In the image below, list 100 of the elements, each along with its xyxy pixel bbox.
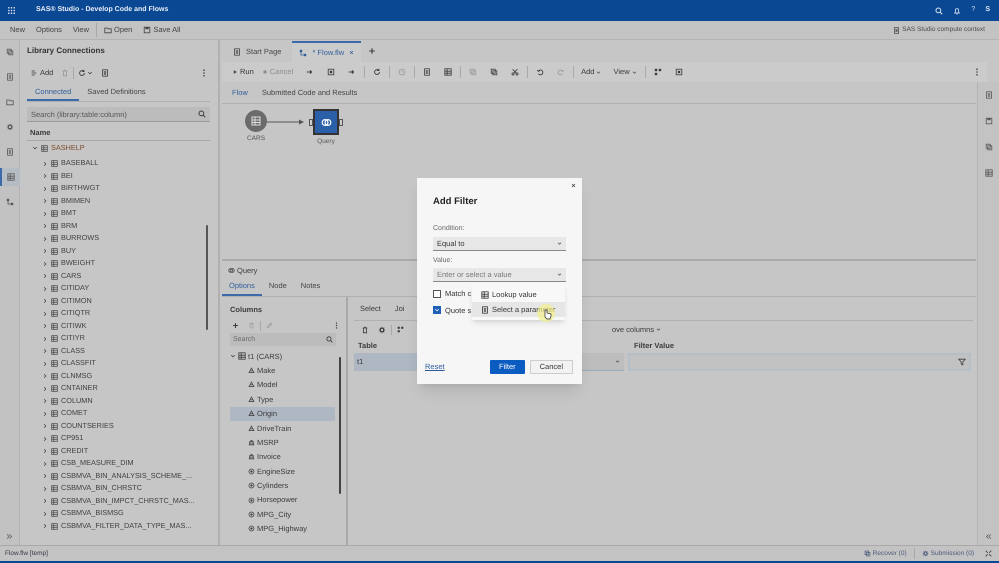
chevron-icon[interactable] bbox=[42, 360, 48, 367]
chevron-icon[interactable] bbox=[42, 298, 48, 304]
chevron-icon[interactable] bbox=[42, 473, 48, 480]
grid-icon[interactable] bbox=[397, 326, 404, 333]
chevron-icon[interactable] bbox=[42, 286, 48, 292]
document-icon[interactable] bbox=[101, 69, 110, 77]
copy-icon[interactable] bbox=[984, 143, 992, 151]
arrow-icon[interactable] bbox=[348, 68, 356, 76]
chevron-icon[interactable] bbox=[42, 498, 48, 504]
panel-title: Library Connections bbox=[27, 45, 106, 57]
table-icon bbox=[51, 448, 58, 455]
chevron-icon[interactable] bbox=[42, 410, 48, 417]
chevron-icon[interactable] bbox=[42, 236, 48, 242]
chevron-icon[interactable] bbox=[42, 323, 48, 330]
chevron-icon[interactable] bbox=[42, 398, 48, 404]
bell-icon[interactable] bbox=[953, 6, 962, 14]
document-icon[interactable] bbox=[6, 73, 14, 81]
table-icon[interactable] bbox=[984, 169, 992, 177]
chevron-icon[interactable] bbox=[230, 353, 236, 360]
checkbox[interactable] bbox=[433, 306, 441, 314]
document-icon[interactable] bbox=[984, 91, 992, 99]
app-menu-icon[interactable] bbox=[7, 6, 16, 15]
document-icon bbox=[233, 48, 241, 56]
chevron-icon[interactable] bbox=[42, 198, 48, 204]
chevron-icon[interactable] bbox=[42, 248, 48, 254]
table-icon[interactable] bbox=[444, 68, 452, 76]
table-icon bbox=[51, 460, 58, 468]
new-tab-icon[interactable] bbox=[368, 47, 376, 55]
caret-icon bbox=[656, 327, 662, 332]
checkbox[interactable] bbox=[433, 290, 441, 298]
chevron-icon[interactable] bbox=[42, 386, 48, 392]
folder-icon[interactable] bbox=[6, 98, 14, 106]
document-icon[interactable] bbox=[6, 148, 14, 156]
flow-icon[interactable] bbox=[6, 198, 14, 206]
table-icon bbox=[51, 222, 58, 230]
undo-icon[interactable] bbox=[536, 68, 544, 76]
chevron-icon[interactable] bbox=[42, 210, 48, 217]
scrollbar-thumb[interactable] bbox=[339, 357, 341, 494]
table-icon bbox=[51, 185, 58, 192]
table-icon bbox=[51, 510, 58, 518]
table-icon bbox=[51, 172, 58, 180]
chevron-icon[interactable] bbox=[42, 523, 48, 530]
table-icon bbox=[481, 290, 489, 298]
box-icon[interactable] bbox=[327, 68, 336, 76]
rings-icon bbox=[320, 116, 332, 128]
chevron-icon[interactable] bbox=[42, 423, 48, 430]
add-icon[interactable] bbox=[232, 322, 239, 329]
table-icon bbox=[51, 272, 58, 280]
more-options-icon[interactable] bbox=[973, 68, 981, 76]
copy-icon bbox=[864, 550, 871, 557]
chevron-icon[interactable] bbox=[42, 460, 48, 467]
scissors-icon[interactable] bbox=[511, 68, 520, 76]
chevron-icon[interactable] bbox=[42, 260, 48, 267]
filter-value-field[interactable] bbox=[628, 353, 971, 371]
gear-icon[interactable] bbox=[378, 326, 386, 334]
table-icon bbox=[251, 116, 261, 126]
copy-icon[interactable] bbox=[490, 68, 498, 76]
currency-column-icon bbox=[248, 453, 255, 460]
caret-icon bbox=[632, 70, 637, 74]
more-options-icon[interactable] bbox=[333, 322, 340, 329]
table-icon bbox=[51, 398, 58, 405]
flow-node[interactable] bbox=[313, 109, 339, 135]
expand-panel-icon[interactable] bbox=[6, 533, 13, 540]
flow-node[interactable] bbox=[245, 110, 267, 132]
chevron-icon[interactable] bbox=[42, 310, 48, 317]
chevron-icon[interactable] bbox=[42, 510, 48, 517]
chevron-icon[interactable] bbox=[42, 223, 48, 230]
table-icon bbox=[51, 322, 58, 330]
pages-icon[interactable] bbox=[6, 48, 14, 56]
table-icon bbox=[51, 248, 58, 255]
search-icon[interactable] bbox=[326, 336, 333, 343]
chevron-icon[interactable] bbox=[42, 160, 48, 167]
gear-icon[interactable] bbox=[6, 123, 14, 131]
refresh-icon[interactable] bbox=[373, 68, 382, 76]
chevron-icon[interactable] bbox=[42, 173, 48, 180]
chevron-icon[interactable] bbox=[42, 436, 48, 442]
search-icon[interactable] bbox=[198, 110, 206, 118]
more-options-icon[interactable] bbox=[200, 69, 208, 77]
chevron-icon[interactable] bbox=[42, 348, 48, 354]
arrow-icon[interactable] bbox=[306, 68, 314, 76]
play-icon bbox=[232, 69, 238, 75]
table-icon[interactable] bbox=[6, 173, 14, 181]
table-icon bbox=[51, 360, 58, 368]
grid-icon[interactable] bbox=[654, 68, 662, 76]
scrollbar-thumb[interactable] bbox=[206, 225, 208, 330]
chevron-icon[interactable] bbox=[42, 186, 48, 192]
document-icon[interactable] bbox=[423, 68, 432, 76]
delete-icon[interactable] bbox=[361, 326, 369, 334]
expand-icon[interactable] bbox=[985, 550, 992, 557]
chevron-icon[interactable] bbox=[42, 448, 48, 454]
chevron-icon[interactable] bbox=[42, 486, 48, 492]
collapse-panel-icon[interactable] bbox=[985, 533, 992, 540]
box-icon[interactable] bbox=[674, 68, 683, 76]
chevron-icon[interactable] bbox=[42, 373, 48, 380]
refresh-button[interactable] bbox=[78, 69, 94, 77]
save-icon[interactable] bbox=[984, 117, 992, 125]
chevron-icon[interactable] bbox=[42, 336, 48, 342]
chevron-icon[interactable] bbox=[32, 145, 38, 152]
close-icon[interactable] bbox=[571, 183, 576, 188]
chevron-icon[interactable] bbox=[42, 273, 48, 280]
